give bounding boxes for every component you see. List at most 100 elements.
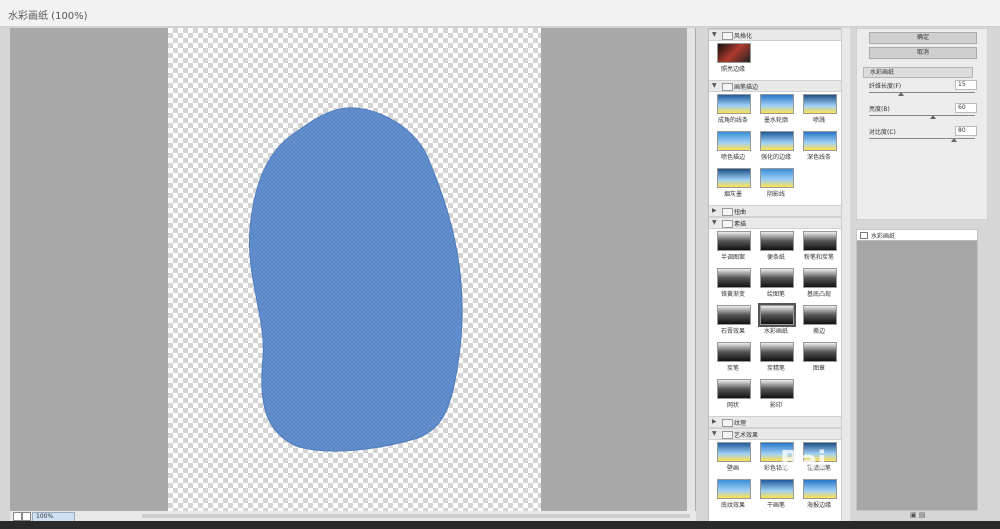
- filter-thumbnail-label: 炭笔: [726, 365, 739, 372]
- filter-thumbnail[interactable]: [803, 131, 837, 151]
- window-titlebar: 水彩画纸 (100%): [0, 0, 1000, 27]
- expanded-triangle-icon[interactable]: ▼: [712, 219, 717, 226]
- filter-thumbnail-label: 粉笔和炭笔: [803, 254, 834, 261]
- filter-category-label: 艺术效果: [734, 432, 759, 439]
- filter-category-3[interactable]: ▼ 素描: [709, 217, 841, 229]
- filter-category-label: 扭曲: [734, 209, 747, 216]
- filter-thumbnail-label: 便条纸: [766, 254, 785, 261]
- filter-thumbnail-label: 炭精笔: [766, 365, 785, 372]
- preview-canvas: [168, 28, 541, 511]
- filter-thumbnail[interactable]: [717, 94, 751, 114]
- filter-category-0[interactable]: ▼ 风格化: [709, 29, 841, 41]
- filter-thumbnail[interactable]: [803, 342, 837, 362]
- filter-thumbnail[interactable]: [717, 479, 751, 499]
- preview-horizontal-scrollbar[interactable]: [142, 514, 690, 518]
- filter-thumbnail-label: 干画笔: [766, 502, 785, 509]
- watermark: Bai: [780, 446, 827, 476]
- zoom-in-button[interactable]: [22, 512, 31, 521]
- filter-thumbnail[interactable]: [760, 94, 794, 114]
- slider-value-input[interactable]: 60: [955, 103, 977, 113]
- filter-thumbnail[interactable]: [717, 43, 751, 63]
- expanded-triangle-icon[interactable]: ▼: [712, 430, 717, 437]
- filter-thumbnail[interactable]: [717, 342, 751, 362]
- filter-thumbnail[interactable]: [803, 231, 837, 251]
- slider-track[interactable]: [869, 92, 975, 93]
- filter-thumbnail[interactable]: [803, 479, 837, 499]
- slider-value-input[interactable]: 80: [955, 126, 977, 136]
- preview-vertical-scrollbar[interactable]: [687, 28, 695, 511]
- filter-thumbnail-label: 喷溅: [812, 117, 825, 124]
- filter-thumbnail-label: 喷色描边: [720, 154, 745, 161]
- filter-thumbnail[interactable]: [717, 305, 751, 325]
- slider-track[interactable]: [869, 115, 975, 116]
- filter-thumbnail[interactable]: [760, 131, 794, 151]
- filter-thumbnail[interactable]: [760, 342, 794, 362]
- filter-select[interactable]: 水彩画纸: [863, 67, 973, 78]
- filter-thumbnail[interactable]: [760, 231, 794, 251]
- layer-actions: ▣ ▤: [910, 511, 925, 519]
- slider-handle[interactable]: [950, 138, 957, 142]
- slider-handle[interactable]: [929, 115, 936, 119]
- filter-thumbnail-label: 影印: [769, 402, 782, 409]
- preview-area[interactable]: [10, 28, 696, 511]
- filter-thumbnail[interactable]: [717, 442, 751, 462]
- effect-layer-row[interactable]: 水彩画纸: [857, 230, 977, 241]
- zoom-out-button[interactable]: [13, 512, 22, 521]
- filter-thumbnail-label: 铬黄渐变: [720, 291, 745, 298]
- filter-thumbnail-label: 图章: [812, 365, 825, 372]
- filter-thumbnail-label: 墨水轮廓: [763, 117, 788, 124]
- slider-handle[interactable]: [897, 92, 904, 96]
- collapsed-triangle-icon[interactable]: ▶: [712, 207, 717, 214]
- filter-thumbnail-label: 烟灰墨: [723, 191, 742, 198]
- filter-thumbnail-label: 撕边: [812, 328, 825, 335]
- expanded-triangle-icon[interactable]: ▼: [712, 31, 717, 38]
- filter-category-label: 风格化: [734, 33, 753, 40]
- slider-track[interactable]: [869, 138, 975, 139]
- folder-icon: [722, 208, 733, 216]
- window-title: 水彩画纸 (100%): [8, 11, 88, 22]
- eye-icon[interactable]: [860, 232, 868, 239]
- filter-category-label: 画笔描边: [734, 84, 759, 91]
- filter-thumbnail[interactable]: [717, 379, 751, 399]
- expanded-triangle-icon[interactable]: ▼: [712, 82, 717, 89]
- filter-thumbnail-label: 阴影线: [766, 191, 785, 198]
- collapsed-triangle-icon[interactable]: ▶: [712, 418, 717, 425]
- ok-button[interactable]: 确定: [869, 32, 977, 44]
- filter-thumbnail[interactable]: [760, 268, 794, 288]
- filter-thumbnail[interactable]: [717, 268, 751, 288]
- filter-category-5[interactable]: ▼ 艺术效果: [709, 428, 841, 440]
- background-taskbar: [0, 521, 1000, 529]
- cancel-button[interactable]: 取消: [869, 47, 977, 59]
- filter-thumbnail[interactable]: [803, 94, 837, 114]
- filter-thumbnail[interactable]: [760, 379, 794, 399]
- filter-thumbnail[interactable]: [760, 168, 794, 188]
- folder-icon: [722, 83, 733, 91]
- folder-icon: [722, 220, 733, 228]
- filter-thumbnail-label: 水彩画纸: [763, 328, 788, 335]
- slider-value-input[interactable]: 15: [955, 80, 977, 90]
- delete-layer-icon[interactable]: ▤: [919, 511, 926, 519]
- folder-icon: [722, 431, 733, 439]
- filter-category-4[interactable]: ▶ 纹理: [709, 416, 841, 428]
- filter-thumbnail-label: 照亮边缘: [720, 66, 745, 73]
- filter-thumbnail[interactable]: [717, 168, 751, 188]
- filter-category-1[interactable]: ▼ 画笔描边: [709, 80, 841, 92]
- filter-thumbnail-label: 石膏效果: [720, 328, 745, 335]
- effect-layer-name: 水彩画纸: [871, 233, 896, 240]
- filter-thumbnail[interactable]: [803, 268, 837, 288]
- filter-thumbnail[interactable]: [758, 303, 796, 327]
- filter-thumbnail-label: 绘图笔: [766, 291, 785, 298]
- gallery-scrollbar[interactable]: [841, 28, 850, 521]
- filter-thumbnail[interactable]: [717, 231, 751, 251]
- filter-thumbnail[interactable]: [803, 305, 837, 325]
- effect-layers-panel: 水彩画纸: [856, 229, 978, 511]
- settings-panel: 确定 取消 水彩画纸 纤维长度(F) 15 亮度(B) 60 对比度(C) 80: [856, 28, 988, 220]
- filter-category-2[interactable]: ▶ 扭曲: [709, 205, 841, 217]
- filter-thumbnail-label: 网状: [726, 402, 739, 409]
- filter-thumbnail[interactable]: [760, 479, 794, 499]
- slider-label: 对比度(C): [869, 129, 896, 136]
- new-layer-icon[interactable]: ▣: [910, 511, 917, 519]
- filter-thumbnail-label: 半调图案: [720, 254, 745, 261]
- slider-label: 亮度(B): [869, 106, 890, 113]
- filter-thumbnail[interactable]: [717, 131, 751, 151]
